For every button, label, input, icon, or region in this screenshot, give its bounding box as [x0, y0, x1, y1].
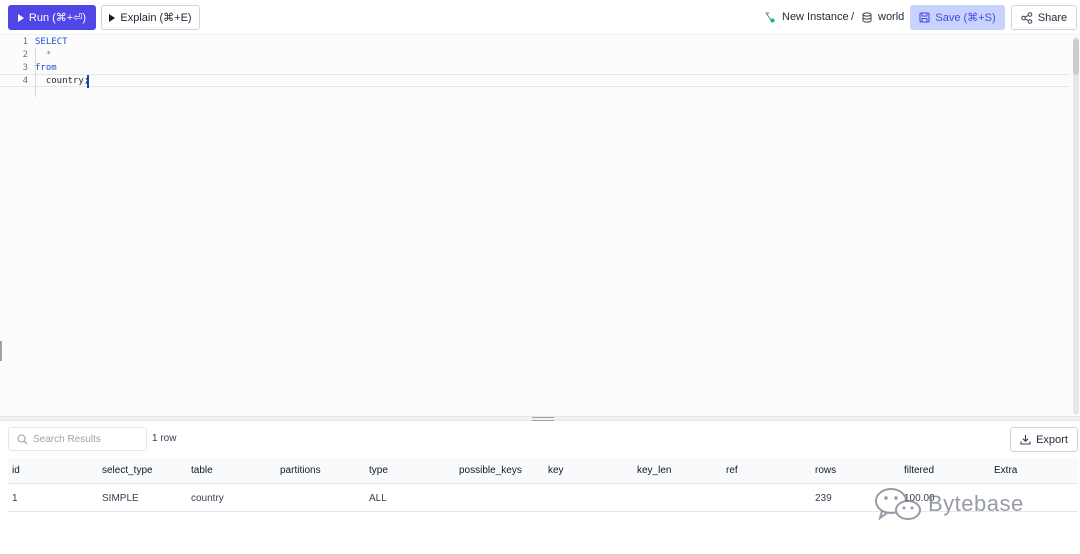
database-icon: [862, 11, 872, 23]
line-number: 2: [22, 50, 28, 60]
resize-handle-icon[interactable]: [532, 417, 554, 421]
column-header: ref: [726, 465, 738, 476]
table-cell: SIMPLE: [102, 492, 139, 504]
column-header: key_len: [637, 465, 672, 476]
column-header: key: [548, 465, 564, 476]
column-header: type: [369, 465, 388, 476]
code-text: country;: [35, 76, 90, 86]
explain-button[interactable]: Explain (⌘+E): [101, 5, 200, 30]
explain-label: Explain (⌘+E): [120, 12, 192, 24]
database-selector[interactable]: world: [862, 10, 904, 24]
export-label: Export: [1036, 433, 1068, 446]
table-cell: 1: [12, 492, 18, 504]
text-cursor: [87, 75, 89, 88]
instance-icon: [765, 12, 775, 23]
editor-scrollbar[interactable]: [1073, 37, 1079, 415]
column-header: id: [12, 465, 20, 476]
table-cell: 239: [815, 492, 832, 504]
code-text: SELECT: [35, 37, 68, 47]
table-cell: ALL: [369, 492, 387, 504]
breadcrumb-separator: /: [851, 11, 855, 23]
column-header: rows: [815, 465, 837, 476]
sql-editor-app: Run (⌘+⏎) Explain (⌘+E) New Instance / w…: [0, 0, 1080, 554]
save-icon: [919, 12, 930, 23]
save-label: Save (⌘+S): [935, 12, 996, 24]
search-icon: [17, 433, 28, 444]
column-header: select_type: [102, 465, 153, 476]
line-number: 1: [22, 37, 28, 47]
share-label: Share: [1037, 11, 1068, 24]
column-header: filtered: [904, 465, 935, 476]
line-number: 4: [22, 76, 28, 86]
code-line: 2 *: [0, 49, 1070, 62]
search-results-field[interactable]: [8, 427, 147, 451]
instance-name: New Instance: [782, 11, 849, 23]
play-icon: [109, 13, 116, 22]
run-label: Run (⌘+⏎): [28, 12, 87, 24]
column-header: partitions: [280, 465, 321, 476]
row-count: 1 row: [152, 433, 177, 444]
sql-editor[interactable]: 1 SELECT 2 * 3 from 4 country;: [0, 34, 1080, 416]
results-table-header: id select_type table partitions type pos…: [8, 458, 1078, 484]
watermark-text: Bytebase: [928, 491, 1024, 516]
database-name: world: [878, 11, 905, 23]
column-header: possible_keys: [459, 465, 522, 476]
column-header: Extra: [994, 465, 1018, 476]
gutter-marker: [0, 341, 2, 361]
toolbar: Run (⌘+⏎) Explain (⌘+E) New Instance / w…: [0, 0, 1080, 34]
download-icon: [1020, 435, 1031, 445]
editor-scrollbar-thumb[interactable]: [1073, 39, 1079, 75]
code-line: 1 SELECT: [0, 36, 1070, 49]
table-cell: country: [191, 492, 224, 504]
code-line-current: 4 country;: [0, 74, 1070, 87]
play-icon: [17, 13, 24, 22]
export-button[interactable]: Export: [1010, 427, 1078, 452]
share-button[interactable]: Share: [1011, 5, 1077, 30]
search-input[interactable]: [33, 433, 138, 445]
code-text: *: [35, 50, 52, 60]
run-button[interactable]: Run (⌘+⏎): [8, 5, 96, 30]
save-button[interactable]: Save (⌘+S): [910, 5, 1005, 30]
share-icon: [1021, 11, 1033, 24]
indent-guide: [35, 47, 36, 97]
watermark: Bytebase: [872, 486, 1024, 522]
column-header: table: [191, 465, 213, 476]
wechat-logo-icon: [875, 488, 921, 521]
instance-selector[interactable]: New Instance: [764, 10, 849, 24]
